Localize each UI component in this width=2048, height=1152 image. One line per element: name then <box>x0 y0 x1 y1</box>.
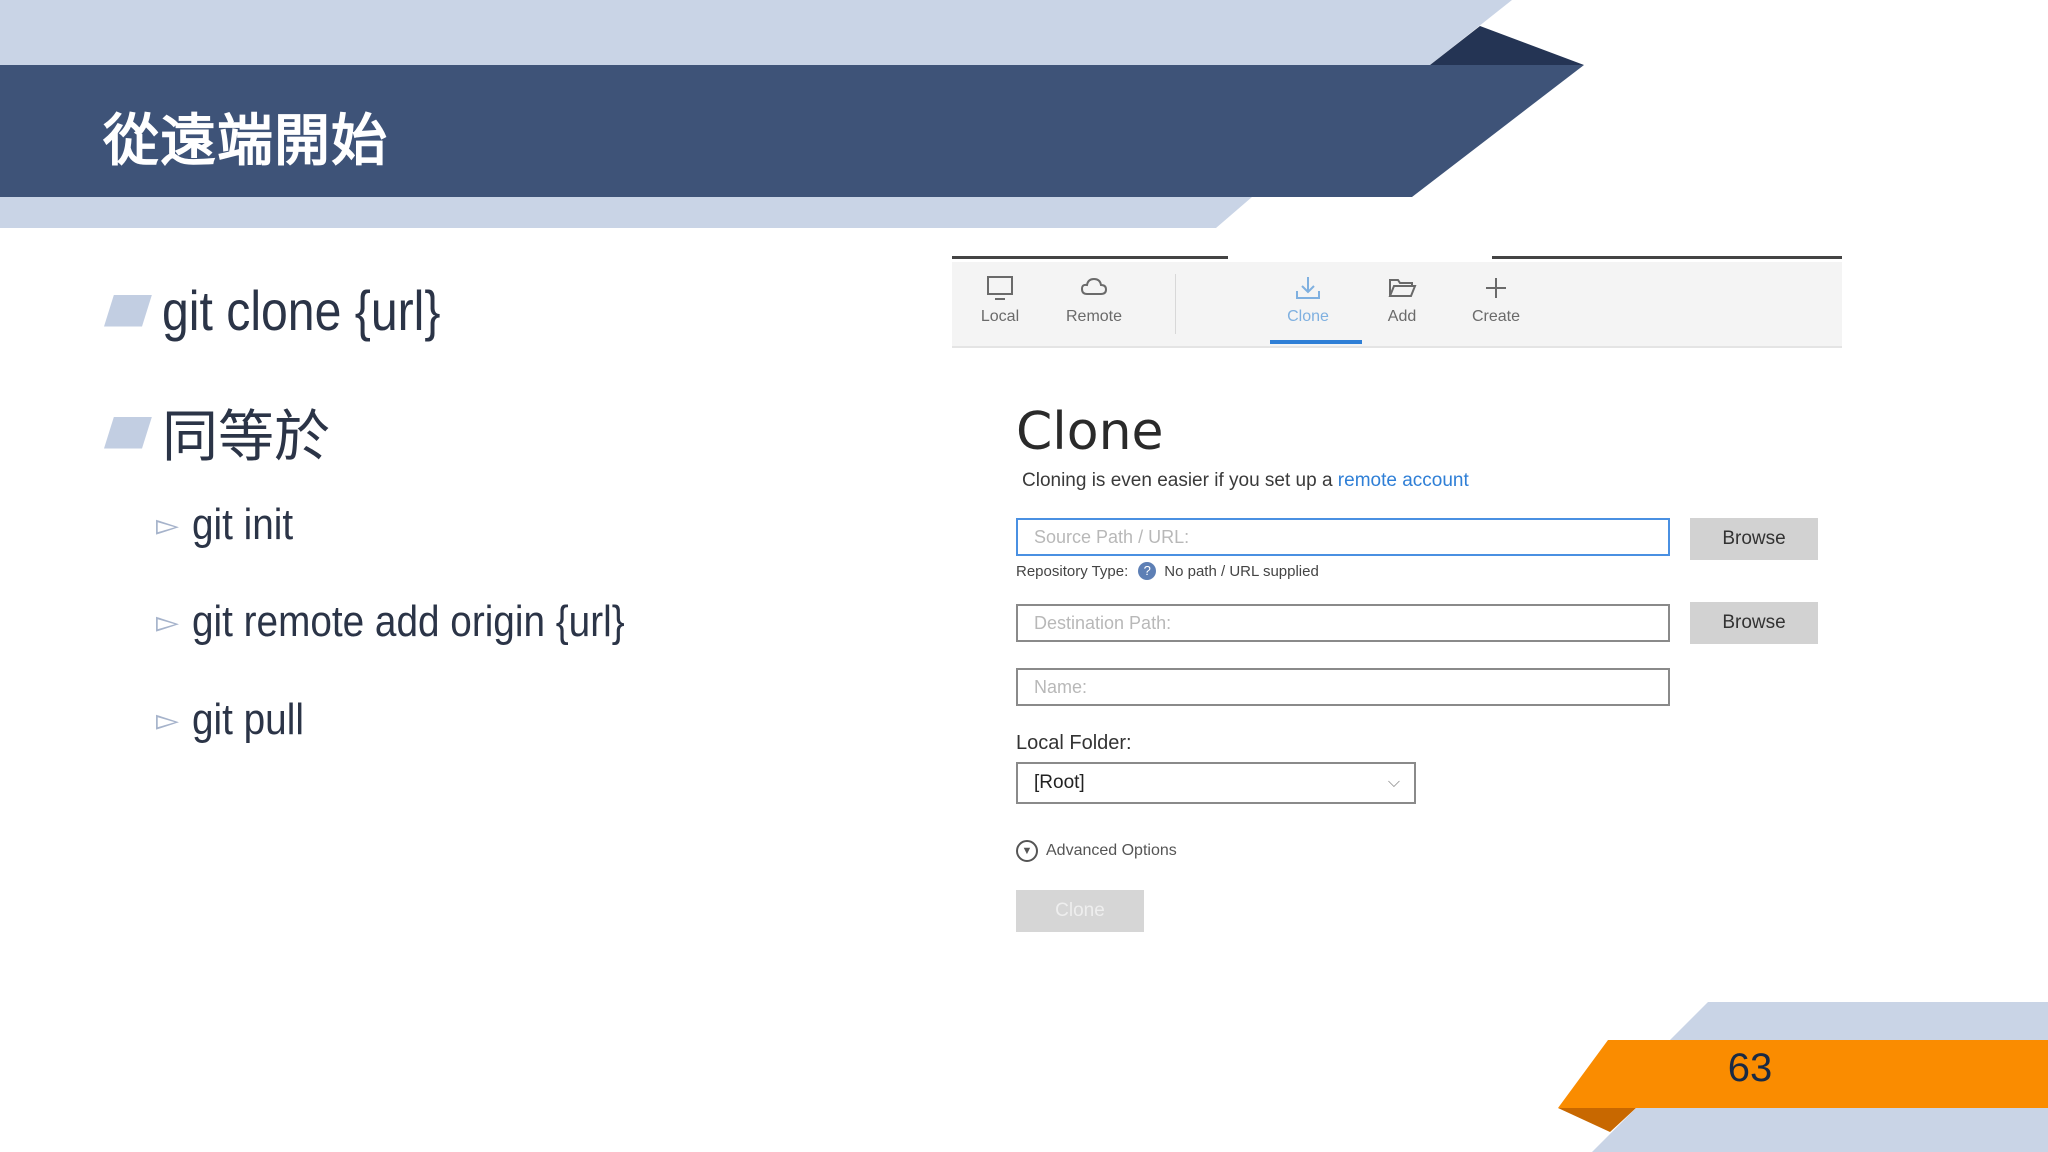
bullet-marker-icon <box>104 294 152 327</box>
window-edge <box>1492 256 1842 259</box>
local-folder-select[interactable]: [Root] ⌵ <box>1016 762 1416 804</box>
bullet-marker-icon <box>104 416 152 449</box>
browse-destination-button[interactable]: Browse <box>1690 602 1818 644</box>
bullet-text: git clone {url} <box>162 279 441 342</box>
chevron-down-icon: ⌵ <box>1387 774 1400 791</box>
tool-label: Remote <box>1065 308 1123 325</box>
window-edge <box>952 256 1228 259</box>
advanced-options-toggle[interactable]: ▼ Advanced Options <box>1016 840 1177 862</box>
footer-light-band-top <box>1670 1002 2048 1040</box>
repo-type-value: No path / URL supplied <box>1164 562 1319 580</box>
download-icon <box>1296 277 1320 299</box>
cloud-icon <box>1080 277 1108 295</box>
footer-light-band-bottom <box>1592 1108 2048 1152</box>
slide-title: 從遠端開始 <box>103 109 388 174</box>
toolbar-separator <box>1175 274 1176 334</box>
sub-bullet-text: git init <box>192 500 294 549</box>
triangle-right-icon: ▻ <box>156 702 180 738</box>
tool-label: Local <box>980 308 1020 325</box>
page-number: 63 <box>1727 1046 1773 1090</box>
sub-bullet-git-init: ▻ git init <box>156 500 307 550</box>
tool-remote[interactable]: Remote <box>1054 262 1134 346</box>
plus-icon <box>1486 278 1506 298</box>
source-path-input[interactable] <box>1016 518 1670 556</box>
advanced-options-label: Advanced Options <box>1046 842 1177 859</box>
triangle-right-icon: ▻ <box>156 604 180 640</box>
folder-open-icon <box>1388 279 1417 297</box>
bullet-text: 同等於 <box>162 405 330 470</box>
bullet-git-clone: git clone {url} <box>104 278 486 343</box>
local-folder-label: Local Folder: <box>1016 732 1132 754</box>
app-toolbar: Local Remote Clone Add Create <box>952 262 1842 348</box>
name-input[interactable] <box>1016 668 1670 706</box>
browse-source-button[interactable]: Browse <box>1690 518 1818 560</box>
tool-label: Create <box>1471 308 1521 325</box>
repo-type-label: Repository Type: <box>1016 562 1129 580</box>
triangle-right-icon: ▻ <box>156 507 180 543</box>
repository-type: Repository Type: ? No path / URL supplie… <box>1016 562 1319 580</box>
tool-local[interactable]: Local <box>960 262 1040 346</box>
tool-create[interactable]: Create <box>1456 262 1536 346</box>
question-icon: ? <box>1138 562 1157 580</box>
clone-heading: Clone <box>1016 402 1164 462</box>
tool-add[interactable]: Add <box>1362 262 1442 346</box>
subtitle-text: Cloning is even easier if you set up a <box>1022 470 1333 491</box>
tool-clone[interactable]: Clone <box>1268 262 1362 346</box>
sub-bullet-text: git remote add origin {url} <box>192 597 625 646</box>
sub-bullet-git-pull: ▻ git pull <box>156 695 319 745</box>
clone-button[interactable]: Clone <box>1016 890 1144 932</box>
active-tab-indicator <box>1270 340 1362 344</box>
destination-path-input[interactable] <box>1016 604 1670 642</box>
sub-bullet-git-remote-add: ▻ git remote add origin {url} <box>156 597 684 647</box>
bullet-equivalent: 同等於 <box>104 392 330 473</box>
monitor-icon <box>987 276 1013 300</box>
sub-bullet-text: git pull <box>192 695 304 744</box>
clone-subtitle: Cloning is even easier if you set up a r… <box>1022 470 1469 492</box>
local-folder-value: [Root] <box>1034 772 1085 793</box>
remote-account-link[interactable]: remote account <box>1338 470 1469 491</box>
header-light-band-bottom <box>0 197 1252 228</box>
tool-label: Clone <box>1287 308 1329 325</box>
clone-app-screenshot: Local Remote Clone Add Create Clone Clon… <box>952 256 1842 946</box>
header-light-band-top <box>0 0 1512 65</box>
tool-label: Add <box>1387 308 1417 325</box>
chevron-circle-down-icon: ▼ <box>1016 840 1038 862</box>
